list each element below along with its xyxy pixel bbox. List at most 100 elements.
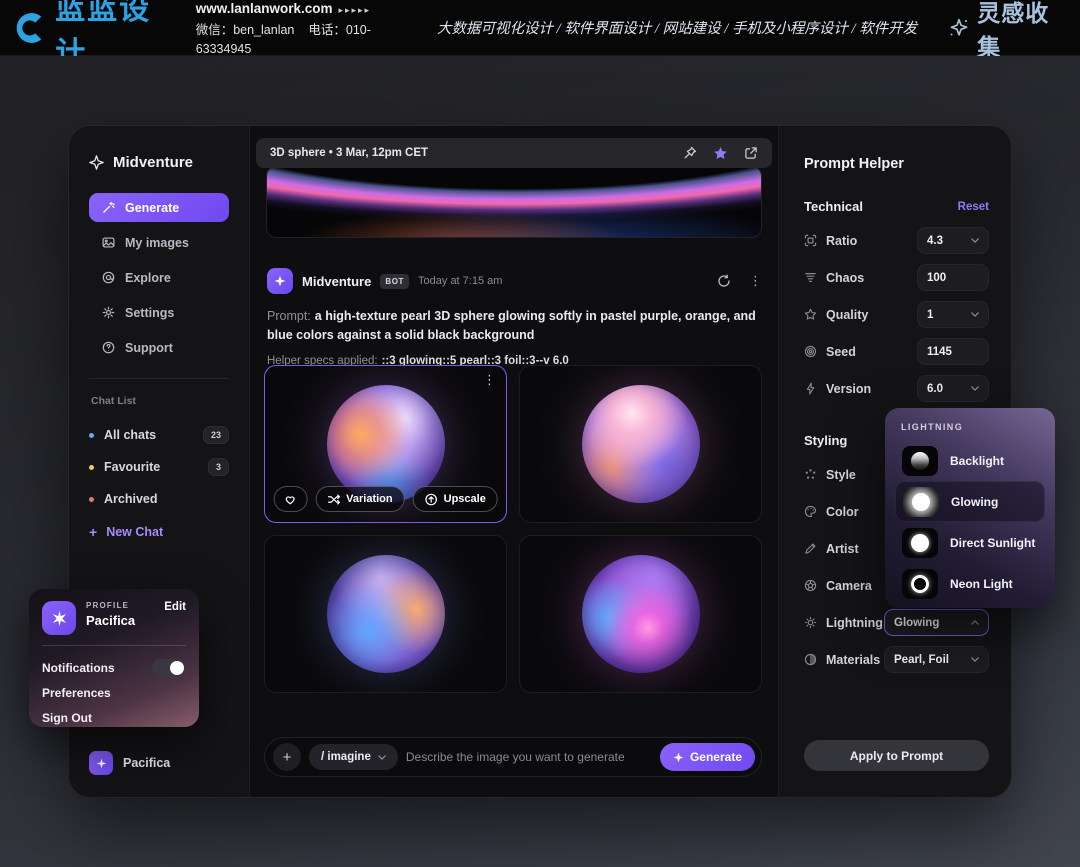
message-menu-icon[interactable]: ⋮ (749, 273, 762, 289)
generate-button[interactable]: Generate (660, 743, 755, 771)
camera-icon (804, 579, 826, 592)
tile-actions: Variation Upscale (273, 486, 498, 512)
sidebar-item-settings[interactable]: Settings (89, 298, 229, 327)
materials-dropdown[interactable]: Pearl, Foil (884, 646, 989, 673)
prompt-input[interactable] (406, 750, 652, 764)
previous-generation-image[interactable] (266, 166, 762, 238)
pin-icon[interactable] (683, 146, 697, 160)
quality-dropdown[interactable]: 1 (917, 301, 989, 328)
sidebar-user[interactable]: Pacifica (89, 751, 170, 775)
favorite-button[interactable] (273, 486, 307, 512)
tile-menu-icon[interactable]: ⋮ (483, 372, 496, 388)
generated-image-1[interactable]: ⋮ Variation Upscale (264, 365, 507, 523)
wechat-label: 微信：ben_lanlan (196, 23, 295, 37)
version-dropdown[interactable]: 6.0 (917, 375, 989, 402)
favorite-star-icon[interactable] (713, 146, 728, 161)
sidebar-item-support[interactable]: Support (89, 333, 229, 362)
share-icon[interactable] (744, 146, 758, 160)
compass-icon (101, 271, 115, 284)
message-timestamp: Today at 7:15 am (418, 275, 502, 287)
chat-filter-all[interactable]: All chats 23 (89, 419, 229, 451)
brand-name: Midventure (113, 154, 193, 171)
chat-filter-label: All chats (104, 428, 156, 442)
message-author: Midventure (302, 274, 371, 289)
chat-header: 3D sphere • 3 Mar, 12pm CET (256, 138, 772, 168)
technical-title: Technical (804, 199, 863, 214)
app-window: Midventure Generate My images Explore (68, 125, 1012, 798)
lighting-option-backlight[interactable]: Backlight (895, 440, 1045, 481)
chaos-input[interactable]: 100 (917, 264, 989, 291)
upscale-button[interactable]: Upscale (413, 486, 498, 512)
lighting-popup-title: LIGHTNING (901, 422, 1045, 432)
apply-to-prompt-button[interactable]: Apply to Prompt (804, 740, 989, 771)
chevron-down-icon (378, 755, 386, 760)
row-label: Style (826, 468, 856, 482)
generated-image-2[interactable] (519, 365, 762, 523)
panel-title: Prompt Helper (804, 156, 989, 172)
artist-icon (804, 542, 826, 555)
count-badge: 23 (203, 426, 229, 444)
arrows-decoration: ▸▸▸▸▸ (338, 5, 371, 15)
generate-label: Generate (690, 750, 742, 764)
glowing-thumbnail (903, 487, 939, 517)
chat-filter-label: Favourite (104, 460, 160, 474)
materials-icon (804, 653, 826, 666)
version-icon (804, 382, 826, 395)
attach-button[interactable]: + (273, 743, 301, 771)
chat-filter-label: Archived (104, 492, 158, 506)
row-lightning: Lightning Glowing (804, 604, 989, 641)
sun-icon (804, 616, 826, 629)
lighting-option-glowing[interactable]: Glowing (895, 481, 1045, 522)
chat-filter-archived[interactable]: Archived (89, 483, 229, 515)
lightning-dropdown[interactable]: Glowing (884, 609, 989, 636)
ratio-dropdown[interactable]: 4.3 (917, 227, 989, 254)
variation-button[interactable]: Variation (315, 486, 404, 512)
lighting-option-neon-light[interactable]: Neon Light (895, 563, 1045, 604)
sign-out-item[interactable]: Sign Out (42, 705, 186, 730)
seed-input[interactable]: 1145 (917, 338, 989, 365)
generated-image-4[interactable] (519, 535, 762, 693)
prompt-label: Prompt: (267, 309, 311, 323)
ratio-icon (804, 234, 826, 247)
count-badge: 3 (208, 458, 229, 476)
reset-link[interactable]: Reset (958, 201, 989, 213)
sidebar-item-generate[interactable]: Generate (89, 193, 229, 222)
sidebar-item-label: Explore (125, 271, 171, 285)
site-header: 蓝蓝设计 www.lanlanwork.com▸▸▸▸▸ 微信：ben_lanl… (0, 0, 1080, 56)
site-url[interactable]: www.lanlanwork.com (196, 1, 333, 16)
image-icon (101, 236, 115, 249)
toggle-knob (170, 661, 184, 675)
sparkle-icon (673, 752, 684, 763)
command-selector[interactable]: / imagine (309, 744, 398, 770)
chat-filter-favourite[interactable]: Favourite 3 (89, 451, 229, 483)
preferences-item[interactable]: Preferences (42, 680, 186, 705)
technical-rows: Ratio 4.3 Chaos 100 Quality 1 (804, 222, 989, 407)
notifications-row: Notifications (42, 655, 186, 680)
new-chat-button[interactable]: + New Chat (89, 515, 229, 549)
row-label: Ratio (826, 234, 857, 248)
star-spark-icon (947, 15, 971, 41)
notifications-toggle[interactable] (152, 659, 186, 677)
header-contact: www.lanlanwork.com▸▸▸▸▸ 微信：ben_lanlan电话：… (196, 0, 423, 58)
divider (42, 645, 186, 646)
regenerate-icon[interactable] (717, 274, 731, 288)
generated-image-3[interactable] (264, 535, 507, 693)
inspiration-collect[interactable]: 灵感收集 (947, 0, 1066, 62)
chat-column: 3D sphere • 3 Mar, 12pm CET Midventure B… (249, 126, 779, 797)
bot-badge: BOT (380, 274, 409, 289)
sidebar-item-my-images[interactable]: My images (89, 228, 229, 257)
row-label: Artist (826, 542, 859, 556)
brand: Midventure (89, 154, 229, 171)
row-label: Version (826, 382, 871, 396)
backlight-thumbnail (902, 446, 938, 476)
row-version: Version 6.0 (804, 370, 989, 407)
sidebar-item-explore[interactable]: Explore (89, 263, 229, 292)
shuffle-icon (327, 493, 340, 506)
edit-profile-link[interactable]: Edit (164, 601, 186, 635)
quality-icon (804, 308, 826, 321)
red-dot-icon (89, 497, 94, 502)
plus-icon: + (283, 749, 292, 766)
chevron-up-icon (971, 620, 979, 625)
row-label: Camera (826, 579, 872, 593)
lighting-option-direct-sunlight[interactable]: Direct Sunlight (895, 522, 1045, 563)
